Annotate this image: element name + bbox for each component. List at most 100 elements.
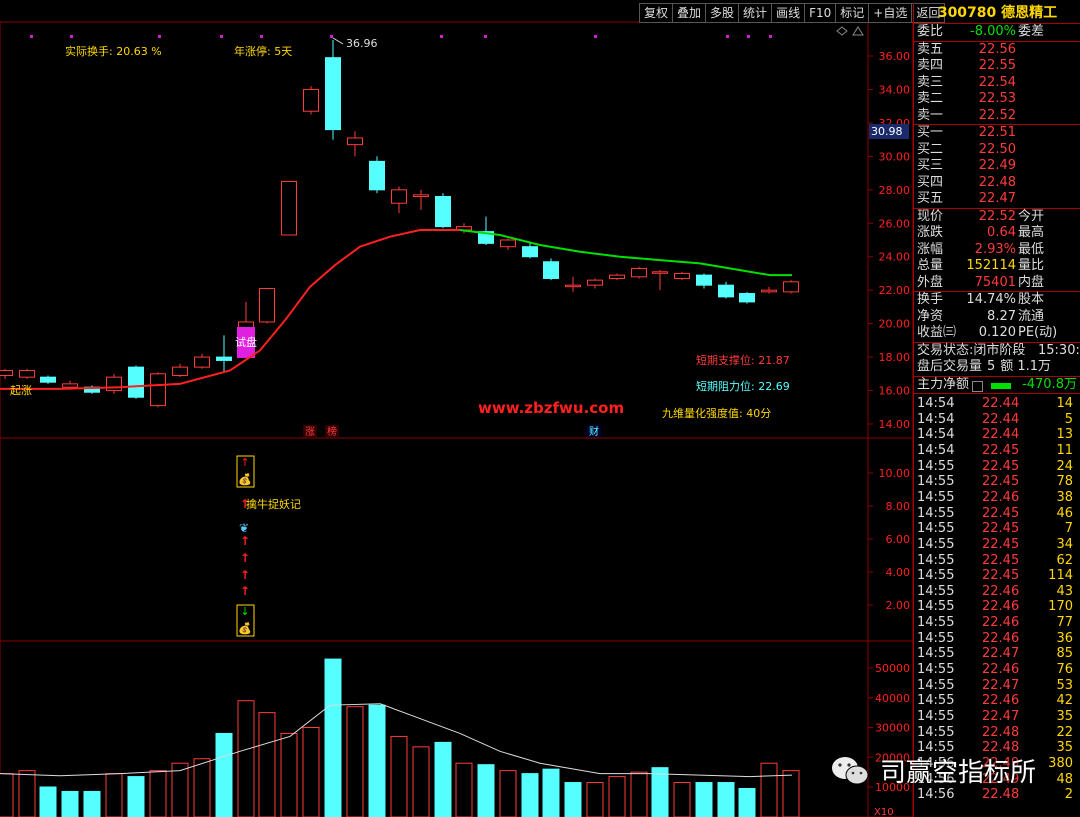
up-arrow-icon: ↑: [240, 456, 249, 469]
wechat-icon: [830, 755, 872, 787]
volume-bar: [673, 782, 691, 817]
tick-volume: 42: [1056, 693, 1073, 709]
quote-row-4-label: 外盘: [917, 274, 944, 290]
candle-body: [413, 194, 429, 198]
sell-level-3-label: 卖三: [917, 74, 944, 90]
toolbar-button-3[interactable]: 统计: [738, 3, 772, 23]
tick-row: 14:55 22.46 36: [914, 631, 1079, 647]
signal-dot: [220, 35, 223, 38]
candle-body: [281, 180, 297, 236]
tick-time: 14:55: [917, 615, 955, 631]
after-amt: 1.1万: [1017, 359, 1051, 374]
signal-dot: [330, 35, 333, 38]
vol-axis-label: 50000: [875, 662, 910, 675]
volume-bar: [127, 776, 145, 817]
toolbar-button-1[interactable]: 叠加: [672, 3, 706, 23]
ma-line-down: [459, 228, 792, 277]
signal-dot: [260, 35, 263, 38]
volume-bar: [390, 735, 408, 817]
price-tag: 30.98: [871, 125, 903, 138]
toolbar-button-0[interactable]: 复权: [639, 3, 673, 23]
stock-code: 300780: [937, 5, 997, 21]
volume-bar: [542, 768, 560, 817]
toolbar-button-2[interactable]: 多股: [705, 3, 739, 23]
tick-time: 14:55: [917, 583, 955, 599]
quote-row-0-label: 现价: [917, 208, 944, 224]
tick-volume: 170: [1048, 599, 1073, 615]
volume-bar: [564, 782, 582, 817]
volume-bar: [477, 764, 495, 817]
buy-level-3: 买三 22.49: [914, 158, 1080, 175]
tick-time: 14:55: [917, 662, 955, 678]
ind-axis-label: 2.00: [886, 599, 911, 612]
volume-bar: [237, 700, 255, 817]
tick-row: 14:54 22.45 11: [914, 443, 1079, 459]
status-time: 15:30:0: [1038, 342, 1080, 358]
fund-row-2-label2: PE(动): [1018, 325, 1058, 340]
sell-level-5-value: 22.56: [978, 41, 1016, 57]
quote-row-1-label2: 最高: [1018, 225, 1045, 240]
buy-level-2-label: 买二: [917, 141, 944, 157]
tick-price: 22.45: [982, 521, 1020, 537]
tick-volume: 36: [1056, 630, 1073, 646]
limitup-text: 年涨停: 5天: [234, 44, 292, 58]
sell-level-4-value: 22.55: [978, 58, 1016, 73]
after-vol: 5: [987, 359, 996, 374]
quote-panel: 300780 德恩精工 委比 -8.00% 委差 卖五 22.56 卖四 22.55 卖…: [913, 3, 1080, 817]
mainflow-bar: [991, 382, 1012, 389]
mainflow-info-icon[interactable]: [972, 380, 984, 392]
fund-row-0-value: 14.74%: [966, 292, 1016, 307]
candle-body: [369, 160, 385, 191]
tick-row: 14:55 22.46 170: [914, 599, 1079, 615]
turnover-text: 实际换手: 20.63 %: [65, 44, 162, 58]
price-axis-label: 22.00: [879, 284, 911, 297]
tick-volume: 13: [1056, 427, 1073, 443]
tick-time: 14:55: [917, 568, 955, 584]
resist-text: 短期阻力位: 22.69: [696, 379, 790, 393]
tick-price: 22.46: [982, 489, 1020, 505]
candle-body: [303, 88, 319, 112]
price-axis-label: 28.00: [879, 184, 911, 197]
volume-bar: [18, 770, 36, 817]
buy-level-5-label: 买五: [917, 191, 944, 206]
toolbar-button-5[interactable]: F10: [804, 3, 836, 23]
volume-bar: [412, 746, 430, 817]
tick-volume: 5: [1064, 411, 1073, 427]
candle-body: [522, 246, 538, 258]
buy-level-5: 买五 22.47: [914, 191, 1080, 208]
tick-price: 22.47: [982, 709, 1020, 724]
quote-row-3: 总量 152114 量比: [914, 258, 1080, 275]
tick-row: 14:55 22.46 38: [914, 490, 1079, 506]
fund-row-2-label: 收益㈢: [917, 325, 957, 340]
fund-row-1-label: 净资: [917, 308, 944, 324]
tick-row: 14:55 22.46 76: [914, 662, 1079, 678]
tag-text: 擒牛捉妖记: [246, 497, 301, 511]
watermark: 司赢空指标所: [830, 752, 1036, 789]
sell-level-1: 卖一 22.52: [914, 108, 1080, 125]
volume-bar: [215, 732, 233, 817]
candle-body: [500, 239, 516, 248]
toolbar-button-6[interactable]: 标记: [835, 3, 869, 23]
tick-row: 14:55 22.47 53: [914, 678, 1079, 694]
fund-row-0-label: 换手: [917, 292, 944, 307]
toolbar-button-4[interactable]: 画线: [771, 3, 805, 23]
vol-unit: X10: [874, 807, 894, 817]
tick-row: 14:55 22.46 43: [914, 584, 1079, 600]
mainflow-row: 主力净额 -470.8万: [914, 375, 1080, 394]
tick-volume: 35: [1056, 709, 1073, 724]
stock-header[interactable]: 300780 德恩精工: [914, 3, 1080, 24]
tick-row: 14:55 22.45 62: [914, 553, 1079, 569]
tick-volume: 7: [1064, 521, 1073, 537]
tick-volume: 78: [1056, 474, 1073, 490]
volume-bar: [258, 712, 276, 817]
tick-row: 14:55 22.45 24: [914, 459, 1079, 475]
candle-body: [718, 284, 734, 298]
ind-axis-label: 6.00: [886, 533, 911, 546]
volume-bar: [521, 773, 539, 817]
chart-frame: [0, 21, 914, 817]
tick-time: 14:55: [917, 677, 955, 693]
quote-row-4-label2: 内盘: [1018, 274, 1045, 290]
toolbar-button-7[interactable]: +自选: [868, 3, 912, 23]
tick-list[interactable]: 14:54 22.44 14 14:54 22.44 5 14:54 22.44 13 14:54…: [914, 393, 1080, 814]
sell-level-1-value: 22.52: [978, 107, 1016, 123]
